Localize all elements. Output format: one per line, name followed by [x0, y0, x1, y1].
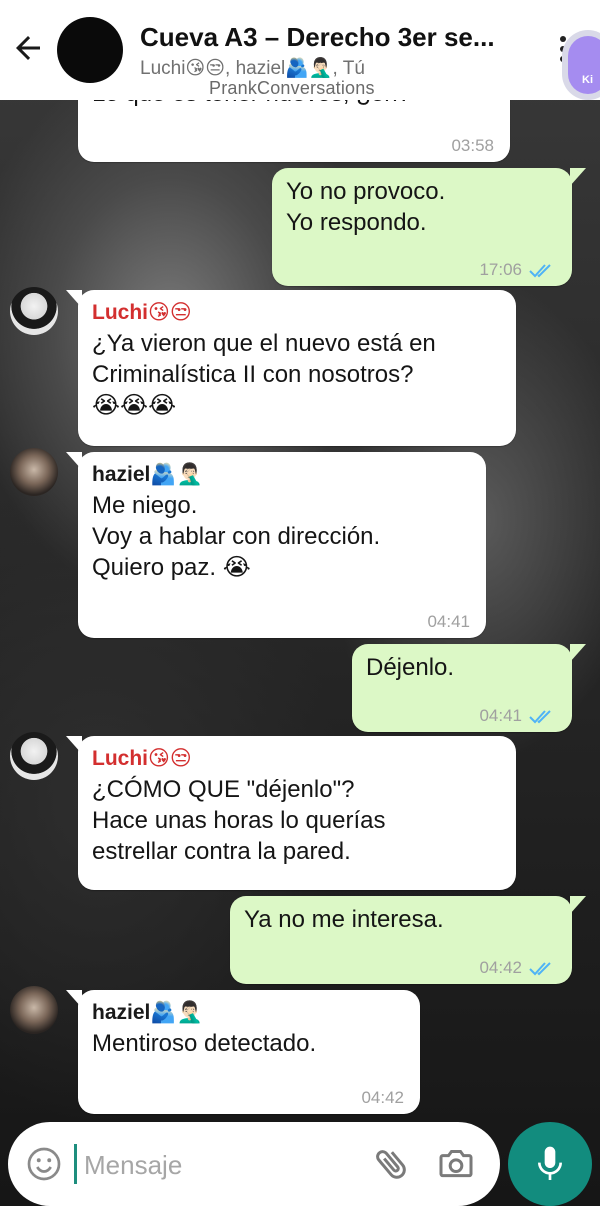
message-composer: [8, 1122, 500, 1206]
double-check-icon: [529, 264, 551, 278]
message-text: Ya no me interesa.: [244, 906, 444, 933]
text-cursor: [74, 1144, 77, 1184]
chat-members[interactable]: Luchi😘😒, haziel🫂🤦🏻‍♂️, Tú: [140, 56, 365, 80]
avatar-luchi[interactable]: [10, 732, 58, 780]
message-text: ¿CÓMO QUE "déjenlo"? Hace unas horas lo …: [92, 776, 386, 865]
mic-icon: [538, 1146, 562, 1180]
message-bubble[interactable]: haziel🫂🤦🏻‍♂️ Mentiroso detectado. 04:42: [66, 990, 420, 1114]
message-bubble[interactable]: Luchi😘😒 ¿Ya vieron que el nuevo está en …: [66, 290, 516, 446]
avatar-haziel[interactable]: [10, 448, 58, 496]
mic-button[interactable]: [508, 1122, 592, 1206]
message-time: 04:41: [427, 612, 470, 631]
avatar-luchi[interactable]: [10, 287, 58, 335]
attach-icon[interactable]: [372, 1144, 412, 1184]
sender-name[interactable]: haziel🫂🤦🏻‍♂️: [92, 998, 406, 1028]
double-check-icon: [529, 710, 551, 724]
message-time: 04:41: [479, 706, 522, 725]
chat-title[interactable]: Cueva A3 – Derecho 3er se...: [140, 22, 495, 53]
message-time: 04:42: [361, 1088, 404, 1107]
message-input[interactable]: [82, 1144, 346, 1186]
chat-header: Cueva A3 – Derecho 3er se... Luchi😘😒, ha…: [0, 0, 600, 100]
message-time: 17:06: [479, 260, 522, 279]
emoji-icon[interactable]: [26, 1146, 62, 1182]
group-avatar[interactable]: [57, 17, 123, 83]
double-check-icon: [529, 962, 551, 976]
message-bubble[interactable]: Déjenlo. 04:41: [352, 644, 586, 732]
sender-name[interactable]: Luchi😘😒: [92, 298, 502, 328]
message-text: Déjenlo.: [366, 654, 455, 681]
watermark-label: PrankConversations: [209, 78, 375, 98]
sender-name[interactable]: Luchi😘😒: [92, 744, 502, 774]
message-text: Mentiroso detectado.: [92, 1030, 317, 1057]
message-bubble[interactable]: Yo no provoco. Yo respondo. 17:06: [272, 168, 586, 286]
app-badge-icon[interactable]: Ki: [562, 30, 600, 100]
message-text: Yo no provoco. Yo respondo.: [286, 178, 446, 236]
message-time: 03:58: [451, 136, 494, 155]
message-text: Me niego. Voy a hablar con dirección. Qu…: [92, 492, 381, 581]
app-badge-label: Ki: [582, 74, 593, 86]
message-bubble[interactable]: Luchi😘😒 ¿CÓMO QUE "déjenlo"? Hace unas h…: [66, 736, 516, 890]
camera-icon[interactable]: [436, 1144, 476, 1184]
sender-name[interactable]: haziel🫂🤦🏻‍♂️: [92, 460, 472, 490]
message-time: 04:42: [479, 958, 522, 977]
message-bubble[interactable]: Ya no me interesa. 04:42: [230, 896, 586, 984]
back-arrow-icon[interactable]: [10, 30, 46, 66]
avatar-haziel[interactable]: [10, 986, 58, 1034]
message-text: ¿Ya vieron que el nuevo está en Criminal…: [92, 330, 436, 419]
message-bubble[interactable]: haziel🫂🤦🏻‍♂️ Me niego. Voy a hablar con …: [66, 452, 486, 638]
